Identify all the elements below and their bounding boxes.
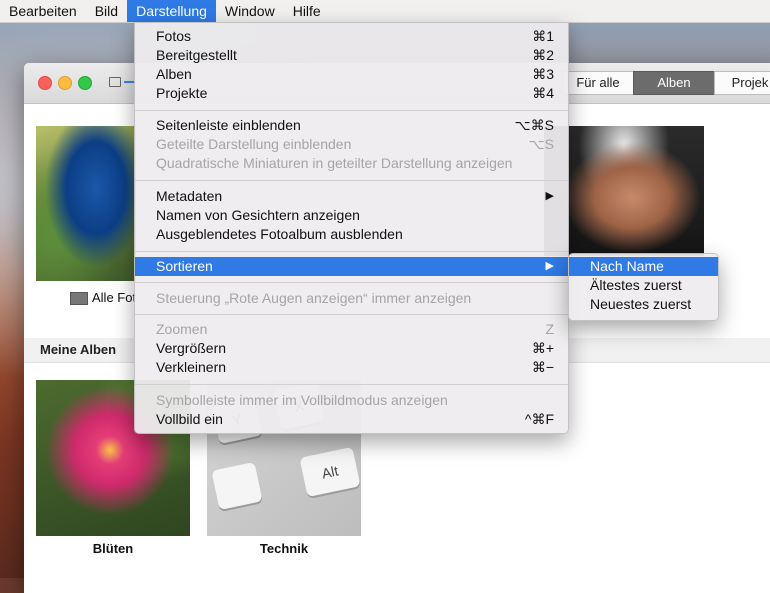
menu-item-label: Vergrößern	[156, 340, 227, 356]
menu-item-namen-gesichter[interactable]: Namen von Gesichtern anzeigen	[135, 206, 568, 225]
menu-item-label: Ausgeblendetes Fotoalbum ausblenden	[156, 226, 403, 242]
menu-item-label: Seitenleiste einblenden	[156, 117, 301, 133]
submenu-item-neuestes-zuerst[interactable]: Neuestes zuerst	[569, 295, 718, 314]
menu-item-label: Namen von Gesichtern anzeigen	[156, 207, 360, 223]
menu-item-zoomen: Zoomen Z	[135, 320, 568, 339]
menu-item-vollbild-ein[interactable]: Vollbild ein ^⌘F	[135, 410, 568, 429]
menu-item-label: Steuerung „Rote Augen anzeigen“ immer an…	[156, 290, 472, 306]
menu-darstellung[interactable]: Darstellung	[127, 0, 216, 22]
menu-item-seitenleiste[interactable]: Seitenleiste einblenden ⌥⌘S	[135, 116, 568, 135]
menu-bearbeiten[interactable]: Bearbeiten	[0, 0, 86, 22]
menu-item-bereitgestellt[interactable]: Bereitgestellt ⌘2	[135, 46, 568, 65]
close-window-button[interactable]	[38, 76, 52, 90]
menu-item-label: Alben	[156, 66, 192, 82]
menu-item-label: Projekte	[156, 85, 208, 101]
submenu-item-aeltestes-zuerst[interactable]: Ältestes zuerst	[569, 276, 718, 295]
tab-projekte[interactable]: Projek	[714, 71, 770, 95]
menu-item-shortcut: ⌘1	[532, 28, 554, 44]
menu-separator	[135, 251, 568, 252]
album-caption-blueten: Blüten	[92, 541, 134, 556]
menu-item-shortcut: ⌘+	[531, 340, 554, 356]
minimize-window-button[interactable]	[58, 76, 72, 90]
menu-item-shortcut: ⌥⌘S	[514, 117, 554, 133]
menu-item-label: Quadratische Miniaturen in geteilter Dar…	[156, 155, 513, 171]
menu-separator	[135, 384, 568, 385]
photo-stack-icon	[70, 292, 88, 305]
menu-item-label: Sortieren	[156, 258, 213, 274]
submenu-item-nach-name[interactable]: Nach Name	[569, 257, 718, 276]
menu-item-fotos[interactable]: Fotos ⌘1	[135, 27, 568, 46]
menu-item-ausgeblendetes-album[interactable]: Ausgeblendetes Fotoalbum ausblenden	[135, 225, 568, 244]
menu-separator	[135, 314, 568, 315]
menu-item-rote-augen: Steuerung „Rote Augen anzeigen“ immer an…	[135, 289, 568, 308]
menu-item-shortcut: Z	[545, 321, 554, 337]
menubar: Bearbeiten Bild Darstellung Window Hilfe	[0, 0, 770, 23]
submenu-arrow-icon: ▶	[545, 260, 554, 272]
menu-item-shortcut: ⌘−	[531, 359, 554, 375]
darstellung-menu: Fotos ⌘1 Bereitgestellt ⌘2 Alben ⌘3 Projekt…	[134, 22, 569, 434]
menu-item-shortcut: ⌘2	[532, 47, 554, 63]
menu-item-alben[interactable]: Alben ⌘3	[135, 65, 568, 84]
section-title: Meine Alben	[40, 342, 117, 357]
menu-item-label: Symbolleiste immer im Vollbildmodus anze…	[156, 392, 448, 408]
menu-item-geteilte-darstellung: Geteilte Darstellung einblenden ⌥S	[135, 135, 568, 154]
menu-item-shortcut: ^⌘F	[524, 411, 554, 427]
menu-item-shortcut: ⌘4	[532, 85, 554, 101]
sidebar-toggle-icon[interactable]	[109, 77, 121, 87]
menu-item-label: Fotos	[156, 28, 192, 44]
menu-item-verkleinern[interactable]: Verkleinern ⌘−	[135, 358, 568, 377]
alle-fotos-thumbnail[interactable]	[36, 126, 136, 281]
fullscreen-window-button[interactable]	[78, 76, 92, 90]
menu-item-metadaten[interactable]: Metadaten ▶	[135, 187, 568, 206]
menu-hilfe[interactable]: Hilfe	[284, 0, 330, 22]
menu-item-projekte[interactable]: Projekte ⌘4	[135, 84, 568, 103]
keyboard-key-alt: Alt	[299, 446, 361, 498]
menu-item-label: Metadaten	[156, 188, 223, 204]
menu-item-vergroessern[interactable]: Vergrößern ⌘+	[135, 339, 568, 358]
alle-fotos-label: Alle Fot	[92, 290, 137, 305]
menu-item-shortcut: ⌥S	[528, 136, 554, 152]
keyboard-key-windows	[211, 461, 263, 511]
submenu-arrow-icon: ▶	[545, 190, 554, 202]
album-caption-technik: Technik	[259, 541, 309, 556]
menu-separator	[135, 180, 568, 181]
tab-fuer-alle[interactable]: Für alle	[562, 71, 634, 95]
tab-alben[interactable]: Alben	[633, 71, 715, 95]
menu-item-label: Verkleinern	[156, 359, 227, 375]
menu-item-label: Zoomen	[156, 321, 208, 337]
menu-bild[interactable]: Bild	[86, 0, 127, 22]
menu-item-sortieren[interactable]: Sortieren ▶	[135, 257, 568, 276]
menu-item-label: Bereitgestellt	[156, 47, 237, 63]
menu-item-label: Vollbild ein	[156, 411, 223, 427]
menu-item-quadratische-miniaturen: Quadratische Miniaturen in geteilter Dar…	[135, 154, 568, 173]
menu-item-symbolleiste-vollbild: Symbolleiste immer im Vollbildmodus anze…	[135, 391, 568, 410]
menu-separator	[135, 110, 568, 111]
menu-separator	[135, 282, 568, 283]
menu-item-label: Geteilte Darstellung einblenden	[156, 136, 352, 152]
menu-window[interactable]: Window	[216, 0, 284, 22]
sortieren-submenu: Nach Name Ältestes zuerst Neuestes zuers…	[568, 253, 719, 321]
menu-item-shortcut: ⌘3	[532, 66, 554, 82]
